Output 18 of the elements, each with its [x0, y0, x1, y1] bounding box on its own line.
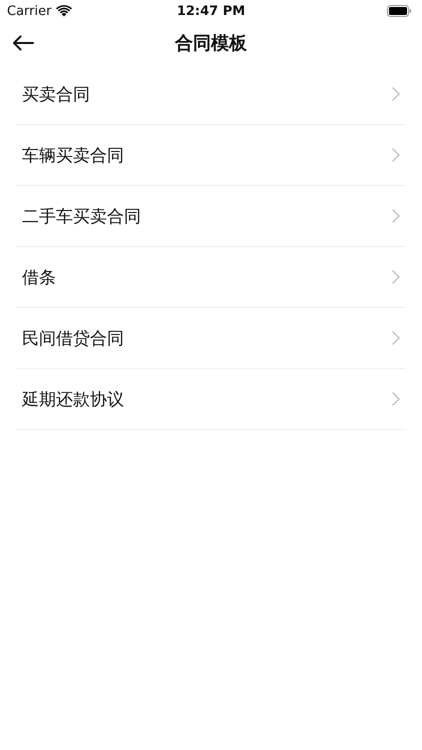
- wifi-icon: [56, 5, 72, 17]
- template-list-item[interactable]: 延期还款协议: [16, 369, 406, 430]
- back-arrow-icon[interactable]: [12, 35, 34, 51]
- chevron-right-icon: [392, 87, 400, 101]
- carrier-label: Carrier: [7, 4, 52, 18]
- template-list-item[interactable]: 借条: [16, 247, 406, 308]
- chevron-right-icon: [392, 148, 400, 162]
- chevron-right-icon: [392, 331, 400, 345]
- template-list-item[interactable]: 二手车买卖合同: [16, 186, 406, 247]
- template-list-item[interactable]: 车辆买卖合同: [16, 125, 406, 186]
- chevron-right-icon: [392, 209, 400, 223]
- status-time: 12:47 PM: [176, 4, 246, 18]
- battery-icon: [387, 5, 412, 17]
- page-title: 合同模板: [175, 32, 247, 55]
- chevron-right-icon: [392, 392, 400, 406]
- template-list-item[interactable]: 买卖合同: [16, 64, 406, 125]
- chevron-right-icon: [392, 270, 400, 284]
- template-list-item[interactable]: 民间借贷合同: [16, 308, 406, 369]
